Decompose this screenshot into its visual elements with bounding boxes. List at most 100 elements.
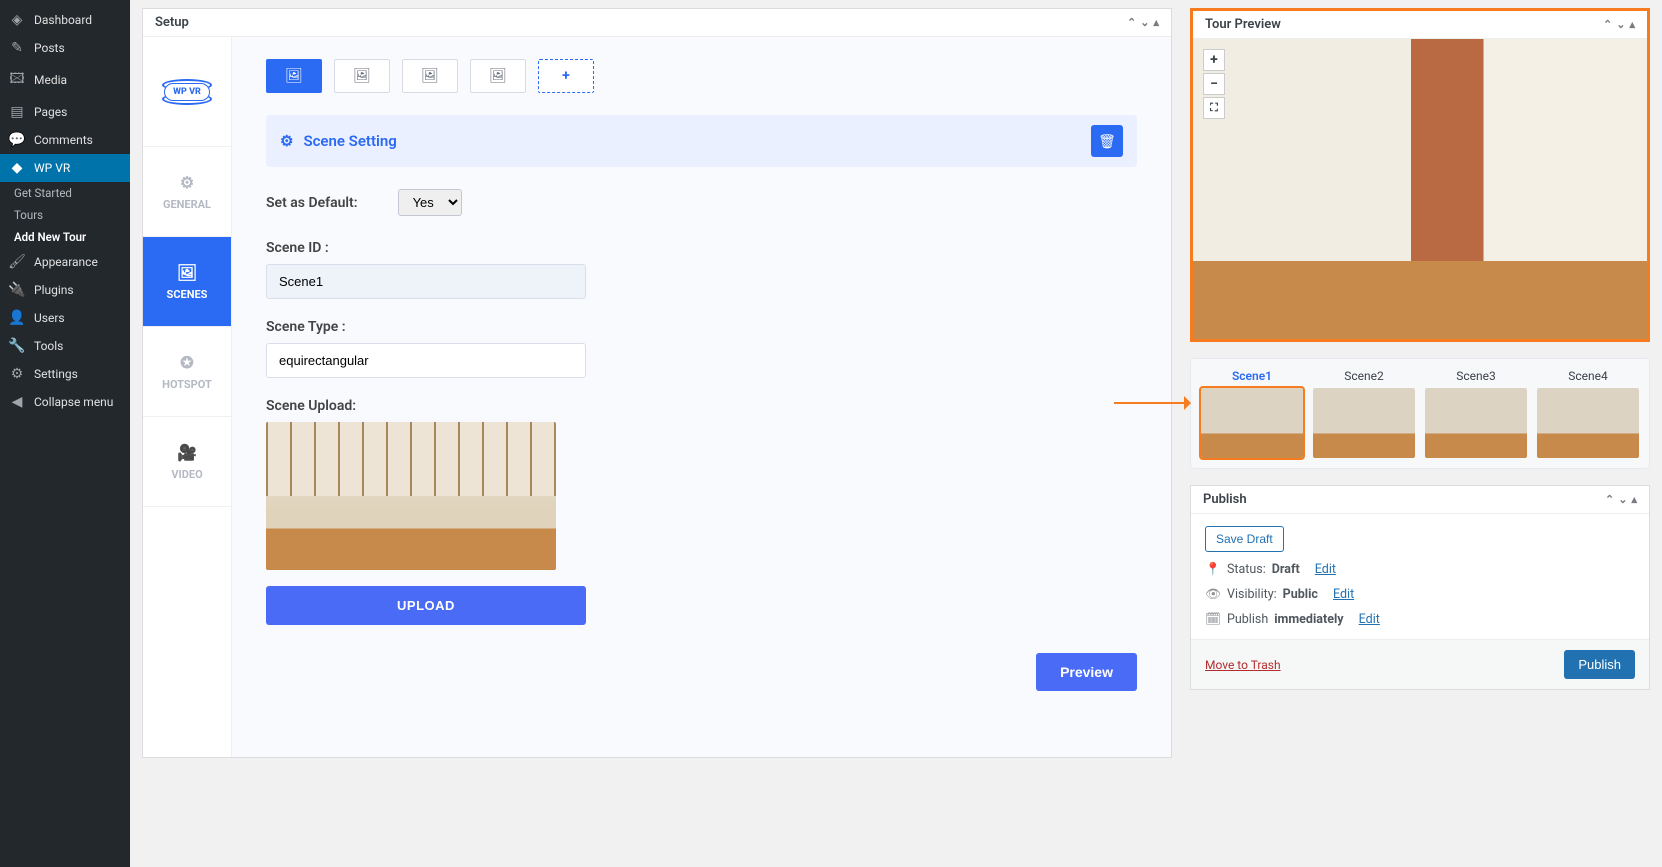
toggle-icon[interactable]: ▴ bbox=[1629, 18, 1635, 31]
tab-general[interactable]: ⚙ GENERAL bbox=[143, 147, 231, 237]
publish-button[interactable]: Publish bbox=[1564, 650, 1635, 679]
visibility-label: Visibility: bbox=[1227, 587, 1277, 602]
wp-admin-sidebar: ◈ Dashboard ✎ Posts 🖾 Media ▤ Pages 💬 Comment… bbox=[0, 0, 130, 867]
sidebar-item-label: Posts bbox=[34, 41, 65, 55]
toggle-icon[interactable]: ▴ bbox=[1153, 16, 1159, 29]
sidebar-item-label: Plugins bbox=[34, 283, 74, 297]
hotspot-icon: ✪ bbox=[180, 353, 193, 372]
tab-video[interactable]: 🎥 VIDEO bbox=[143, 417, 231, 507]
set-default-select[interactable]: Yes bbox=[398, 189, 462, 216]
wpvr-logo: WP VR bbox=[143, 37, 231, 147]
sidebar-item-label: Tools bbox=[34, 339, 63, 353]
gear-icon: ⚙ bbox=[180, 173, 194, 192]
scene-thumb-label: Scene4 bbox=[1568, 369, 1608, 383]
sidebar-item-label: Users bbox=[34, 311, 65, 325]
sidebar-item-plugins[interactable]: 🔌 Plugins bbox=[0, 276, 130, 304]
sidebar-item-dashboard[interactable]: ◈ Dashboard bbox=[0, 6, 130, 34]
scene-id-input[interactable] bbox=[266, 264, 586, 299]
sidebar-item-label: Pages bbox=[34, 105, 67, 119]
edit-time-link[interactable]: Edit bbox=[1359, 612, 1380, 627]
fullscreen-button[interactable]: ⛶ bbox=[1203, 97, 1225, 119]
tab-label: SCENES bbox=[167, 288, 208, 301]
sidebar-item-settings[interactable]: ⚙ Settings bbox=[0, 360, 130, 388]
plugins-icon: 🔌 bbox=[8, 282, 26, 298]
sidebar-item-media[interactable]: 🖾 Media bbox=[0, 62, 130, 98]
toggle-icon[interactable]: ▴ bbox=[1631, 493, 1637, 506]
scene-thumb-label: Scene3 bbox=[1456, 369, 1496, 383]
save-draft-button[interactable]: Save Draft bbox=[1205, 526, 1284, 552]
posts-icon: ✎ bbox=[8, 40, 26, 56]
status-label: Status: bbox=[1227, 562, 1266, 577]
setup-metabox: Setup ⌃ ⌄ ▴ WP VR ⚙GENERAL 🖼SCENES ✪HOTS… bbox=[142, 8, 1172, 758]
scene-upload-label: Scene Upload: bbox=[266, 398, 906, 414]
sidebar-item-posts[interactable]: ✎ Posts bbox=[0, 34, 130, 62]
scene-thumb-2[interactable]: Scene2 bbox=[1313, 369, 1415, 458]
sidebar-item-tools[interactable]: 🔧Tools bbox=[0, 332, 130, 360]
sidebar-item-comments[interactable]: 💬 Comments bbox=[0, 126, 130, 154]
comments-icon: 💬 bbox=[8, 132, 26, 148]
edit-status-link[interactable]: Edit bbox=[1315, 562, 1336, 577]
pin-icon: 📍 bbox=[1205, 562, 1221, 577]
move-to-trash-link[interactable]: Move to Trash bbox=[1205, 658, 1281, 672]
scene-thumb-label: Scene2 bbox=[1344, 369, 1384, 383]
zoom-in-button[interactable]: + bbox=[1203, 49, 1225, 71]
sidebar-sub-tours[interactable]: Tours bbox=[0, 204, 130, 226]
collapse-up-icon[interactable]: ⌃ bbox=[1605, 493, 1614, 506]
sidebar-item-collapse[interactable]: ◀ Collapse menu bbox=[0, 388, 130, 416]
sidebar-item-pages[interactable]: ▤ Pages bbox=[0, 98, 130, 126]
sidebar-item-wpvr[interactable]: ◆WP VR bbox=[0, 154, 130, 182]
scene-thumb-3[interactable]: Scene3 bbox=[1425, 369, 1527, 458]
sidebar-item-appearance[interactable]: 🖌Appearance bbox=[0, 248, 130, 276]
sidebar-item-label: Media bbox=[34, 73, 67, 87]
sidebar-item-label: Collapse menu bbox=[34, 395, 113, 409]
dashboard-icon: ◈ bbox=[8, 12, 26, 28]
scene-type-input[interactable] bbox=[266, 343, 586, 378]
scene-thumb-1[interactable]: Scene1 bbox=[1201, 369, 1303, 458]
collapse-down-icon[interactable]: ⌄ bbox=[1618, 493, 1627, 506]
tab-scenes[interactable]: 🖼SCENES bbox=[143, 237, 231, 327]
video-icon: 🎥 bbox=[177, 443, 197, 462]
visibility-value: Public bbox=[1283, 587, 1318, 602]
time-label: Publish bbox=[1227, 612, 1268, 627]
scene-tabs-row: 🖼 🖼 🖼 🖼 + bbox=[266, 59, 1137, 93]
status-value: Draft bbox=[1272, 562, 1300, 577]
tab-hotspot[interactable]: ✪ HOTSPOT bbox=[143, 327, 231, 417]
publish-metabox: Publish ⌃ ⌄ ▴ Save Draft 📍Status: Draft … bbox=[1190, 485, 1650, 690]
tab-label: HOTSPOT bbox=[162, 378, 212, 391]
collapse-down-icon[interactable]: ⌄ bbox=[1616, 18, 1625, 31]
scene-tab-add[interactable]: + bbox=[538, 59, 594, 93]
delete-scene-button[interactable]: 🗑 bbox=[1091, 125, 1123, 157]
setup-vertical-tabs: WP VR ⚙ GENERAL 🖼SCENES ✪ HOTSPOT 🎥 VIDEO bbox=[143, 37, 231, 757]
zoom-out-button[interactable]: − bbox=[1203, 73, 1225, 95]
sidebar-sub-get-started[interactable]: Get Started bbox=[0, 182, 130, 204]
calendar-icon: 🗓 bbox=[1205, 612, 1221, 627]
media-icon: 🖾 bbox=[8, 68, 26, 92]
scene-thumbnail-row: Scene1 Scene2 Scene3 Scene4 bbox=[1190, 358, 1650, 469]
scene-tab-1[interactable]: 🖼 bbox=[266, 59, 322, 93]
upload-button[interactable]: UPLOAD bbox=[266, 586, 586, 625]
scene-thumb-4[interactable]: Scene4 bbox=[1537, 369, 1639, 458]
set-default-label: Set as Default: bbox=[266, 195, 358, 211]
sidebar-item-label: Settings bbox=[34, 367, 78, 381]
tab-label: VIDEO bbox=[171, 468, 202, 481]
sidebar-item-label: Comments bbox=[34, 133, 93, 147]
collapse-down-icon[interactable]: ⌄ bbox=[1140, 16, 1149, 29]
tab-label: GENERAL bbox=[163, 198, 211, 211]
publish-title: Publish bbox=[1203, 492, 1247, 507]
edit-visibility-link[interactable]: Edit bbox=[1333, 587, 1354, 602]
scene-tab-2[interactable]: 🖼 bbox=[334, 59, 390, 93]
collapse-up-icon[interactable]: ⌃ bbox=[1603, 18, 1612, 31]
sidebar-sub-add-new-tour[interactable]: Add New Tour bbox=[0, 226, 130, 248]
preview-button[interactable]: Preview bbox=[1036, 653, 1137, 691]
scene-tab-4[interactable]: 🖼 bbox=[470, 59, 526, 93]
scene-tab-3[interactable]: 🖼 bbox=[402, 59, 458, 93]
pages-icon: ▤ bbox=[8, 104, 26, 120]
tour-preview-canvas[interactable]: + − ⛶ bbox=[1193, 39, 1647, 339]
tour-preview-metabox: Tour Preview ⌃ ⌄ ▴ + − ⛶ bbox=[1190, 8, 1650, 342]
collapse-icon: ◀ bbox=[8, 394, 26, 410]
sidebar-item-label: Dashboard bbox=[34, 13, 92, 27]
settings-icon: ⚙ bbox=[8, 366, 26, 382]
sidebar-item-users[interactable]: 👤Users bbox=[0, 304, 130, 332]
collapse-up-icon[interactable]: ⌃ bbox=[1127, 16, 1136, 29]
sidebar-item-label: Appearance bbox=[34, 255, 98, 269]
